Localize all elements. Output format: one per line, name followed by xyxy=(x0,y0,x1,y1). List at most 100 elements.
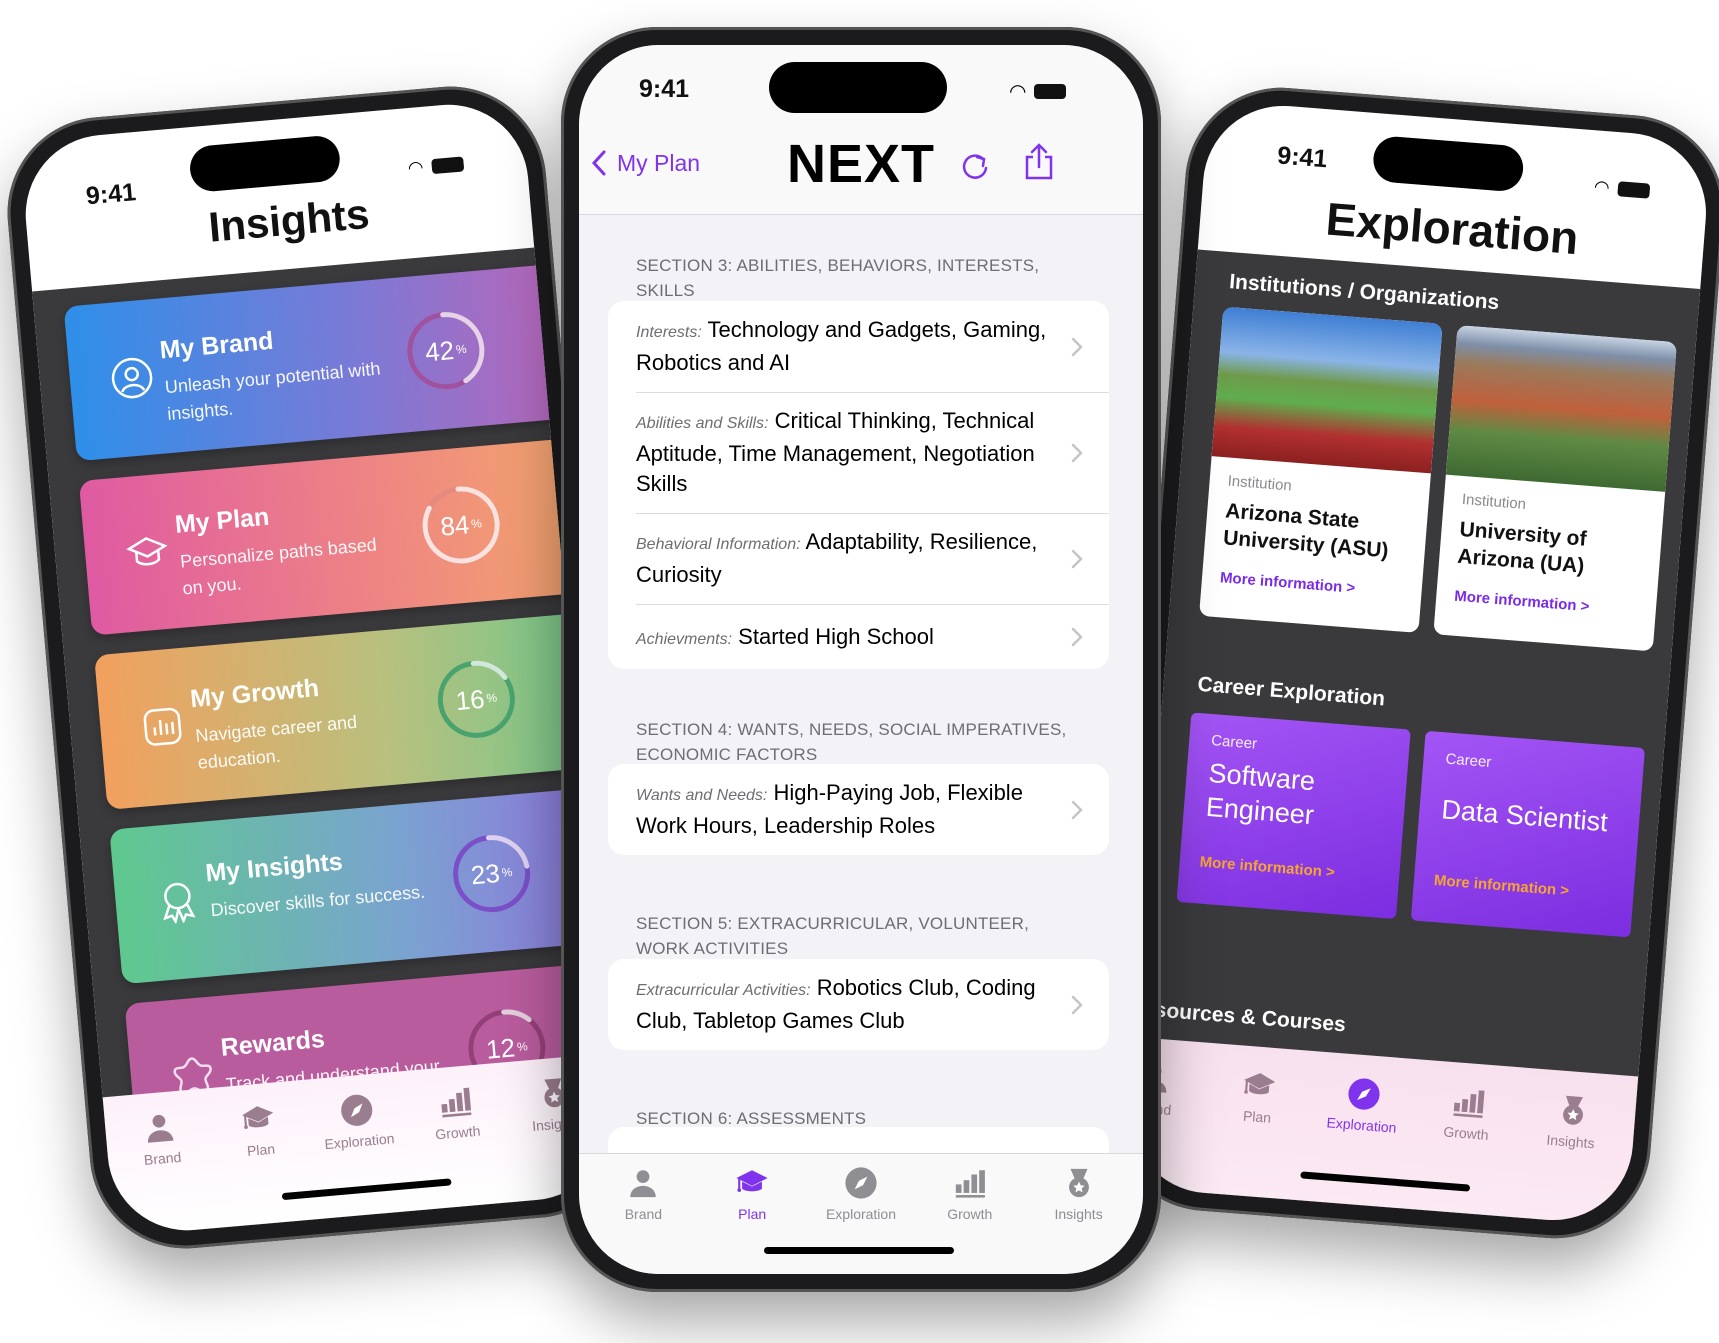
status-icons: ◠ xyxy=(406,153,465,179)
growth-chart-icon xyxy=(953,1166,987,1200)
status-time: 9:41 xyxy=(1276,141,1329,174)
institution-kind: Institution xyxy=(1461,490,1527,513)
institution-card[interactable]: Institution University of Arizona (UA) M… xyxy=(1433,325,1677,652)
career-card[interactable]: Career Data Scientist More information > xyxy=(1410,730,1646,938)
dynamic-island xyxy=(769,62,947,113)
row-label: Abilities and Skills: xyxy=(636,415,769,432)
person-icon xyxy=(141,1109,178,1146)
person-icon xyxy=(626,1166,660,1200)
more-information-link[interactable]: More information > xyxy=(1454,588,1590,616)
tab-label: Plan xyxy=(1242,1107,1272,1126)
percent-value: 23 xyxy=(469,857,501,890)
chart-icon xyxy=(143,707,182,746)
chevron-right-icon xyxy=(1071,337,1083,357)
card-subtitle: Unleash your potential with insights. xyxy=(164,358,382,425)
graduation-cap-icon xyxy=(735,1166,769,1200)
tab-insights[interactable]: Insights xyxy=(1519,1090,1619,1225)
refresh-icon[interactable] xyxy=(959,149,991,183)
tab-plan[interactable]: Plan xyxy=(213,1098,312,1227)
share-icon[interactable] xyxy=(1023,143,1055,181)
more-information-link[interactable]: More information > xyxy=(1199,854,1335,882)
tab-label: Exploration xyxy=(825,1206,896,1222)
section-header: Section 5: Extracurricular, Volunteer, W… xyxy=(636,914,1029,958)
progress-percent: 84% xyxy=(416,479,507,570)
percent-value: 16 xyxy=(454,683,486,716)
chevron-right-icon xyxy=(1071,995,1083,1015)
status-icons: ◠ xyxy=(1593,176,1651,201)
tab-growth[interactable]: Growth xyxy=(925,1166,1015,1274)
home-indicator xyxy=(764,1247,954,1254)
tab-label: Exploration xyxy=(323,1130,396,1153)
tab-bar: Brand Plan Exploration Growth Insights xyxy=(579,1153,1143,1274)
row-label: Behavioral Information: xyxy=(636,536,801,553)
status-time: 9:41 xyxy=(84,178,138,211)
tab-exploration[interactable]: Exploration xyxy=(816,1166,906,1274)
percent-sign: % xyxy=(501,864,513,880)
tab-label: Plan xyxy=(246,1140,276,1159)
status-icons: ◠ xyxy=(1009,79,1067,104)
growth-chart-icon xyxy=(1450,1084,1487,1121)
more-information-link[interactable]: More information > xyxy=(1219,569,1355,597)
section-header: Section 4: Wants, Needs, Social Imperati… xyxy=(636,720,1067,764)
battery-icon xyxy=(1616,181,1651,199)
plan-row[interactable]: Abilities and Skills: Critical Thinking,… xyxy=(608,392,1109,513)
percent-value: 42 xyxy=(423,334,456,367)
plan-phone: 9:41 ◠ My Plan NEXT Section 3: Abilities… xyxy=(561,27,1161,1292)
tab-label: Brand xyxy=(143,1148,182,1169)
tab-label: Growth xyxy=(434,1122,482,1143)
tab-exploration[interactable]: Exploration xyxy=(311,1090,410,1219)
tab-growth[interactable]: Growth xyxy=(409,1081,508,1210)
compass-icon xyxy=(338,1092,375,1129)
dynamic-island xyxy=(1371,135,1525,193)
section-3-card: Interests: Technology and Gadgets, Gamin… xyxy=(608,301,1109,669)
tab-plan[interactable]: Plan xyxy=(707,1166,797,1274)
compass-icon xyxy=(844,1166,878,1200)
percent-value: 84 xyxy=(439,508,471,542)
plan-row[interactable]: Extracurricular Activities: Robotics Clu… xyxy=(608,959,1109,1050)
plan-row[interactable]: Behavioral Information: Adaptability, Re… xyxy=(608,513,1109,604)
wifi-icon: ◠ xyxy=(406,156,425,179)
compass-icon xyxy=(1346,1076,1383,1113)
tab-exploration[interactable]: Exploration xyxy=(1310,1074,1410,1209)
row-label: Wants and Needs: xyxy=(636,787,768,804)
tab-label: Exploration xyxy=(1326,1114,1398,1136)
dynamic-island xyxy=(188,134,342,194)
institution-kind: Institution xyxy=(1227,472,1293,495)
navigation-bar: 9:41 ◠ My Plan NEXT xyxy=(579,45,1143,215)
institution-card[interactable]: Institution Arizona State University (AS… xyxy=(1199,306,1443,633)
row-label: Interests: xyxy=(636,324,702,341)
medal-icon xyxy=(1555,1092,1592,1129)
insights-phone: 9:41 ◠ Insights My Brand Unleash your po… xyxy=(0,78,637,1257)
tab-brand[interactable]: Brand xyxy=(114,1107,213,1236)
tab-plan[interactable]: Plan xyxy=(1206,1065,1306,1200)
campus-photo xyxy=(1445,325,1677,492)
graduation-cap-icon xyxy=(1241,1068,1278,1105)
percent-value: 12 xyxy=(484,1031,517,1065)
percent-sign: % xyxy=(485,690,498,706)
percent-sign: % xyxy=(455,341,468,357)
row-label: Achievments: xyxy=(636,631,733,648)
status-time: 9:41 xyxy=(639,75,690,103)
battery-icon xyxy=(1034,84,1067,99)
plan-row[interactable]: Interests: Technology and Gadgets, Gamin… xyxy=(608,301,1109,392)
chevron-right-icon xyxy=(1071,549,1083,569)
plan-row[interactable]: Achievments: Started High School xyxy=(608,604,1109,669)
chevron-right-icon xyxy=(1071,443,1083,463)
tab-growth[interactable]: Growth xyxy=(1415,1082,1515,1217)
progress-percent: 42% xyxy=(400,305,491,396)
section-5-card: Extracurricular Activities: Robotics Clu… xyxy=(608,959,1109,1050)
percent-sign: % xyxy=(470,516,483,532)
award-icon xyxy=(163,882,196,925)
tab-label: Growth xyxy=(1442,1123,1490,1143)
more-information-link[interactable]: More information > xyxy=(1433,872,1569,900)
tab-insights[interactable]: Insights xyxy=(1034,1166,1124,1274)
plan-row[interactable]: Wants and Needs: High-Paying Job, Flexib… xyxy=(608,764,1109,855)
row-label: Extracurricular Activities: xyxy=(636,982,811,999)
tab-label: Growth xyxy=(947,1206,993,1222)
career-card[interactable]: Career Software Engineer More informatio… xyxy=(1176,712,1411,920)
tab-label: Insights xyxy=(1054,1206,1103,1222)
person-circle-icon xyxy=(111,357,153,399)
battery-icon xyxy=(430,156,465,175)
tab-brand[interactable]: Brand xyxy=(598,1166,688,1274)
card-title: My Brand xyxy=(158,326,275,365)
